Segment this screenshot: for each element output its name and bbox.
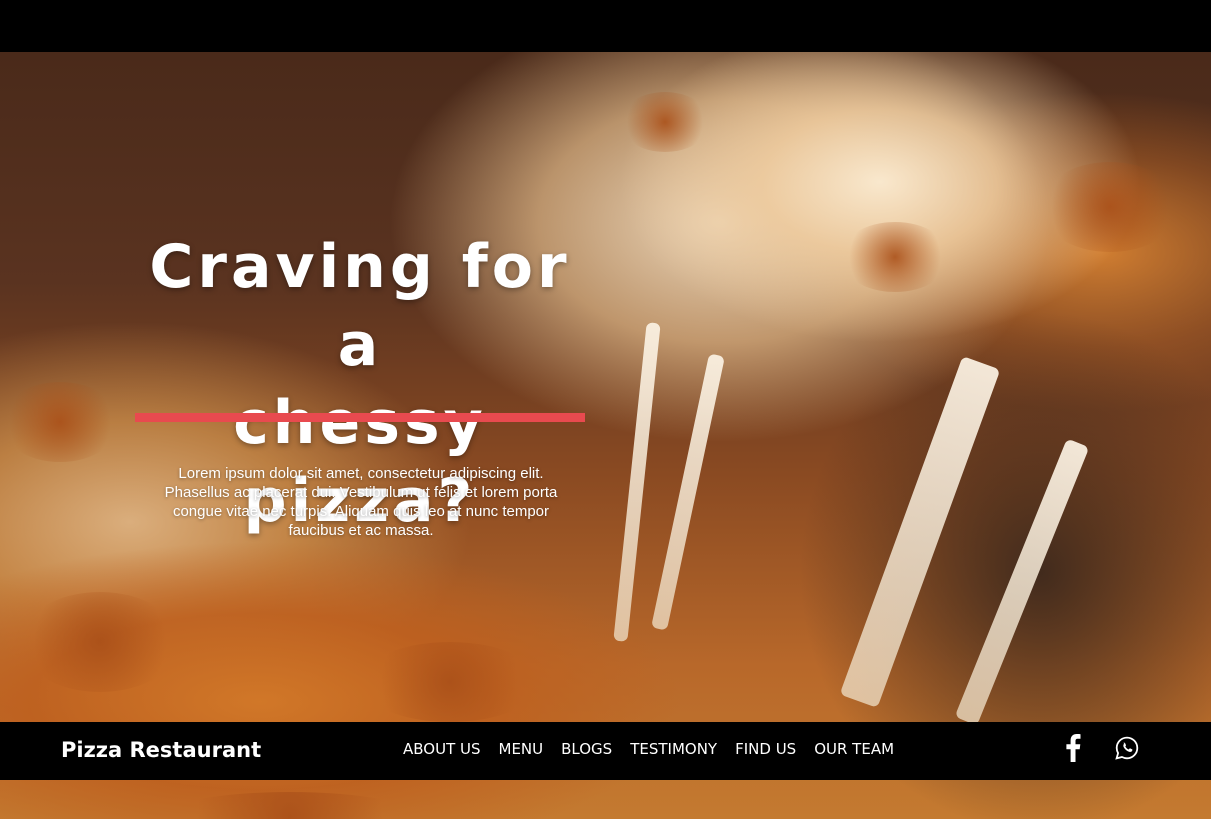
nav-item-about-us: ABOUT US <box>403 739 481 759</box>
hero-content: Craving for a chessy pizza? Lorem ipsum … <box>120 228 600 540</box>
whatsapp-icon <box>1115 736 1139 760</box>
pizza-crust-spot <box>20 592 180 692</box>
brand-logo[interactable]: Pizza Restaurant <box>61 736 261 764</box>
nav-link-find-us[interactable]: FIND US <box>735 740 796 758</box>
pizza-crust-spot <box>1040 162 1180 252</box>
nav-link-blogs[interactable]: BLOGS <box>561 740 612 758</box>
cheese-string <box>613 322 661 642</box>
pizza-crust-spot <box>620 92 710 152</box>
hero-title-line-1: Craving for a <box>149 232 571 380</box>
nav-link-our-team[interactable]: OUR TEAM <box>814 740 894 758</box>
facebook-link[interactable] <box>1060 734 1086 762</box>
hero-description: Lorem ipsum dolor sit amet, consectetur … <box>164 465 558 539</box>
top-black-bar <box>0 0 1211 52</box>
navbar: Pizza Restaurant ABOUT US MENU BLOGS TES… <box>0 722 1211 780</box>
hero-accent-divider <box>135 413 585 422</box>
cheese-string <box>651 353 725 631</box>
page: Craving for a chessy pizza? Lorem ipsum … <box>0 0 1211 819</box>
nav-item-blogs: BLOGS <box>561 739 612 759</box>
nav-link-testimony[interactable]: TESTIMONY <box>630 740 717 758</box>
nav-item-menu: MENU <box>499 739 544 759</box>
cheese-string <box>954 438 1090 726</box>
nav-link-menu[interactable]: MENU <box>499 740 544 758</box>
nav-menu: ABOUT US MENU BLOGS TESTIMONY FIND US OU… <box>403 739 894 759</box>
pizza-crust-spot <box>160 792 420 819</box>
nav-item-our-team: OUR TEAM <box>814 739 894 759</box>
cheese-string <box>839 356 1001 708</box>
nav-item-find-us: FIND US <box>735 739 796 759</box>
pizza-crust-spot <box>840 222 950 292</box>
facebook-icon <box>1066 734 1081 762</box>
pizza-crust-spot <box>360 642 540 722</box>
nav-link-about-us[interactable]: ABOUT US <box>403 740 481 758</box>
pizza-crust-spot <box>0 382 120 462</box>
nav-item-testimony: TESTIMONY <box>630 739 717 759</box>
whatsapp-link[interactable] <box>1114 734 1140 762</box>
